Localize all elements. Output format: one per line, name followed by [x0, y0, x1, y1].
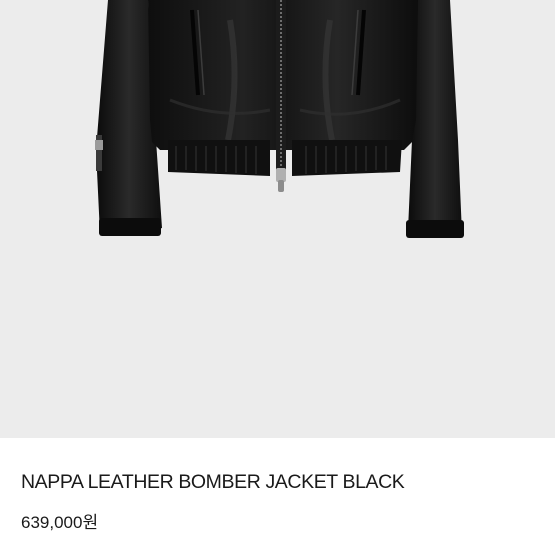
left-cuff [99, 218, 161, 236]
product-name[interactable]: NAPPA LEATHER BOMBER JACKET BLACK [21, 471, 405, 494]
right-cuff [406, 220, 464, 238]
product-card[interactable]: NAPPA LEATHER BOMBER JACKET BLACK 639,00… [0, 0, 555, 555]
product-image[interactable] [0, 0, 555, 438]
waistband [168, 140, 270, 176]
jacket-illustration [95, 0, 464, 238]
product-price: 639,000원 [21, 513, 99, 532]
product-info [0, 438, 555, 555]
